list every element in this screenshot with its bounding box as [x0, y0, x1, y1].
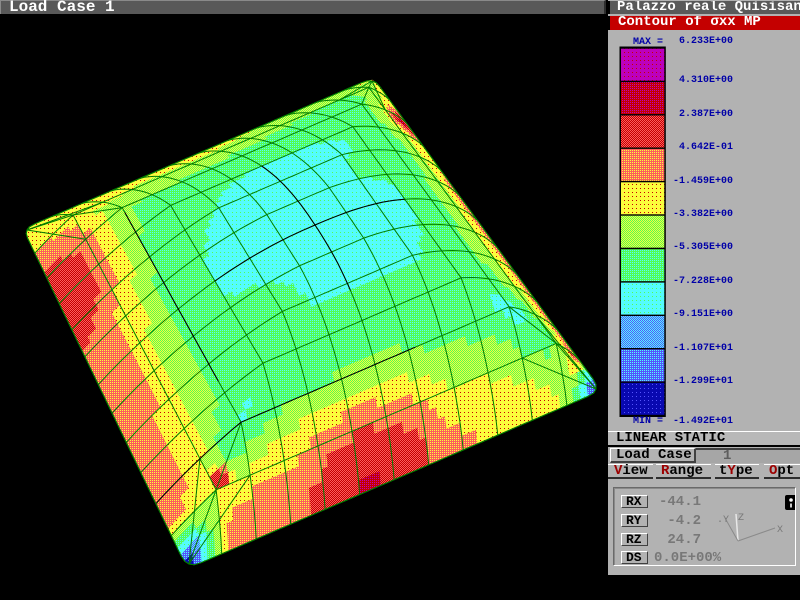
svg-text:X: X [777, 525, 783, 536]
svg-text:.Y: .Y [717, 515, 729, 526]
svg-text:Z: Z [738, 513, 744, 524]
